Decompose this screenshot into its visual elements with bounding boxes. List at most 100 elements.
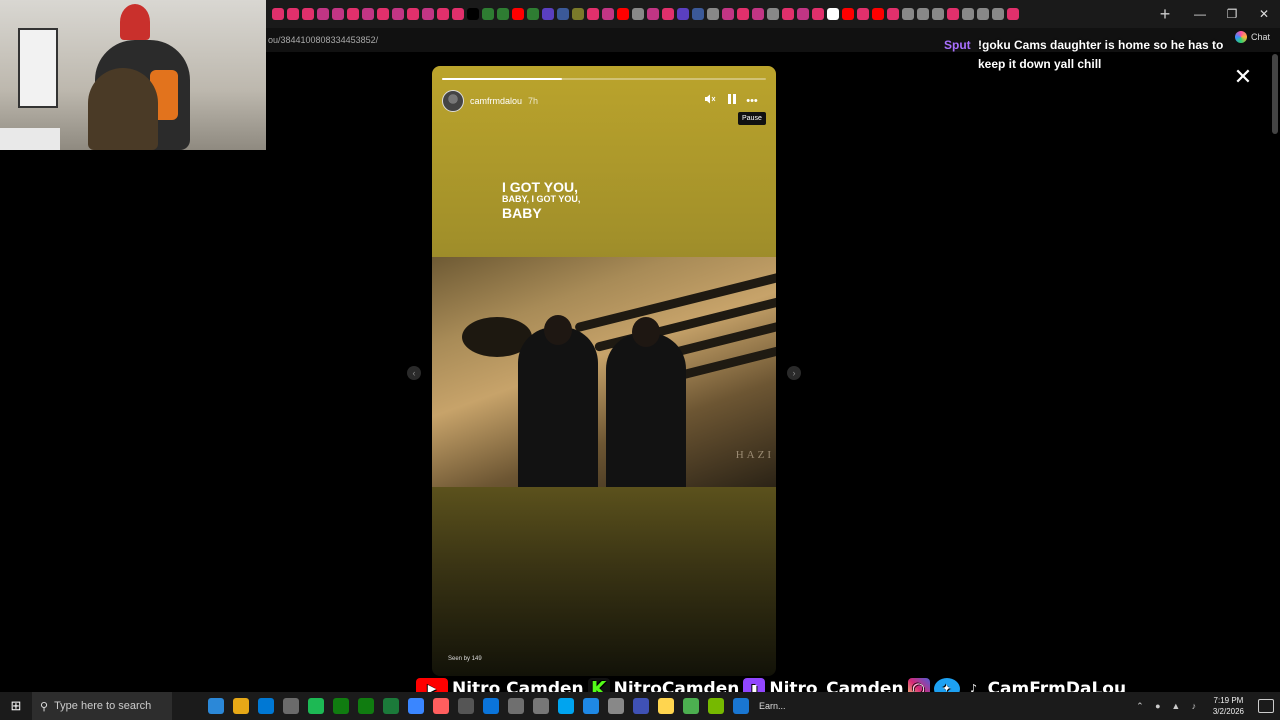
tab-favicon[interactable]	[857, 8, 869, 20]
chat-button[interactable]: Chat	[1234, 31, 1270, 43]
tab-favicon[interactable]	[977, 8, 989, 20]
minimize-button[interactable]: —	[1184, 0, 1216, 28]
microphone-icon[interactable]: ●	[1153, 701, 1163, 711]
tab-favicon[interactable]	[692, 8, 704, 20]
window-close-button[interactable]: ✕	[1248, 0, 1280, 28]
taskbar-app-icon[interactable]	[608, 698, 624, 714]
tab-favicon[interactable]	[767, 8, 779, 20]
taskbar-app-icon[interactable]	[358, 698, 374, 714]
tab-favicon[interactable]	[947, 8, 959, 20]
seen-by-count[interactable]: Seen by 149	[448, 656, 482, 662]
tab-favicon[interactable]	[392, 8, 404, 20]
tab-favicon[interactable]	[557, 8, 569, 20]
system-tray: ⌃ ● ▲ ♪ 7:19 PM 3/2/2026	[1135, 692, 1280, 720]
taskbar-app-icon[interactable]	[658, 698, 674, 714]
tab-favicon[interactable]	[362, 8, 374, 20]
taskbar-app-icon[interactable]	[333, 698, 349, 714]
tab-favicon[interactable]	[632, 8, 644, 20]
tab-favicon[interactable]	[287, 8, 299, 20]
tab-favicon[interactable]	[317, 8, 329, 20]
scroll-thumb[interactable]	[1272, 54, 1278, 134]
tab-favicon[interactable]	[902, 8, 914, 20]
chevron-up-icon[interactable]: ⌃	[1135, 701, 1145, 711]
tab-favicon[interactable]	[587, 8, 599, 20]
taskbar-app-icon[interactable]	[508, 698, 524, 714]
close-icon[interactable]: ✕	[1232, 66, 1254, 88]
tab-favicon[interactable]	[962, 8, 974, 20]
tab-favicon[interactable]	[917, 8, 929, 20]
tab-favicon[interactable]	[272, 8, 284, 20]
taskbar-app-icon[interactable]	[733, 698, 749, 714]
network-icon[interactable]: ▲	[1171, 701, 1181, 711]
windows-start-button[interactable]: ⊞	[0, 692, 32, 720]
story-username[interactable]: camfrmdalou	[470, 96, 522, 106]
tab-favicon[interactable]	[752, 8, 764, 20]
tab-favicon[interactable]	[827, 8, 839, 20]
tab-favicon[interactable]	[527, 8, 539, 20]
tab-favicon[interactable]	[602, 8, 614, 20]
taskbar-app-icon[interactable]	[233, 698, 249, 714]
taskbar-app-icon[interactable]	[533, 698, 549, 714]
notifications-icon[interactable]	[1258, 699, 1274, 713]
tab-favicon[interactable]	[452, 8, 464, 20]
tab-favicon[interactable]	[332, 8, 344, 20]
restore-button[interactable]: ❐	[1216, 0, 1248, 28]
more-icon[interactable]: •••	[744, 93, 760, 109]
taskbar-app-icon[interactable]	[258, 698, 274, 714]
page-scrollbar[interactable]	[1270, 52, 1280, 688]
taskbar-app-icon[interactable]	[633, 698, 649, 714]
tab-favicon[interactable]	[812, 8, 824, 20]
taskbar-search-input[interactable]: ⚲ Type here to search	[32, 692, 172, 720]
tab-favicon[interactable]	[992, 8, 1004, 20]
tab-favicon[interactable]	[302, 8, 314, 20]
active-app-label[interactable]: Earn...	[759, 701, 786, 711]
new-tab-button[interactable]: +	[1154, 3, 1176, 25]
tab-favicon[interactable]	[512, 8, 524, 20]
tab-favicon[interactable]	[932, 8, 944, 20]
tab-favicon[interactable]	[887, 8, 899, 20]
url-text[interactable]: ou/3844100808334453852/	[266, 35, 378, 45]
tab-favicon[interactable]	[647, 8, 659, 20]
tab-favicon[interactable]	[872, 8, 884, 20]
tab-favicon[interactable]	[407, 8, 419, 20]
taskbar-app-icon[interactable]	[208, 698, 224, 714]
tab-favicon[interactable]	[467, 8, 479, 20]
pause-icon[interactable]	[724, 93, 740, 109]
tab-favicon[interactable]	[797, 8, 809, 20]
taskbar-app-icon[interactable]	[308, 698, 324, 714]
avatar[interactable]	[442, 90, 464, 112]
tab-favicon[interactable]	[347, 8, 359, 20]
chevron-right-icon[interactable]: ›	[787, 366, 801, 380]
tab-favicon[interactable]	[542, 8, 554, 20]
taskbar-app-icon[interactable]	[483, 698, 499, 714]
story-viewer[interactable]: camfrmdalou 7h ••• Pause I GOT YOU, BABY…	[432, 66, 776, 676]
tab-favicon[interactable]	[422, 8, 434, 20]
taskbar-clock[interactable]: 7:19 PM 3/2/2026	[1213, 695, 1244, 717]
tab-favicon[interactable]	[572, 8, 584, 20]
taskbar-app-icon[interactable]	[583, 698, 599, 714]
speaker-icon[interactable]: ♪	[1189, 701, 1199, 711]
tab-favicon[interactable]	[377, 8, 389, 20]
tab-favicon[interactable]	[737, 8, 749, 20]
tab-favicon[interactable]	[617, 8, 629, 20]
chevron-left-icon[interactable]: ‹	[407, 366, 421, 380]
taskbar-app-icon[interactable]	[708, 698, 724, 714]
taskbar-app-icon[interactable]	[683, 698, 699, 714]
taskbar-app-icon[interactable]	[458, 698, 474, 714]
tab-favicon[interactable]	[782, 8, 794, 20]
taskbar-app-icon[interactable]	[383, 698, 399, 714]
taskbar-app-icon[interactable]	[283, 698, 299, 714]
tab-favicon[interactable]	[482, 8, 494, 20]
tab-favicon[interactable]	[707, 8, 719, 20]
tab-favicon[interactable]	[497, 8, 509, 20]
volume-icon[interactable]	[702, 93, 718, 109]
taskbar-app-icon[interactable]	[408, 698, 424, 714]
tab-favicon[interactable]	[842, 8, 854, 20]
taskbar-app-icon[interactable]	[433, 698, 449, 714]
tab-favicon[interactable]	[722, 8, 734, 20]
tab-favicon[interactable]	[1007, 8, 1019, 20]
tab-favicon[interactable]	[677, 8, 689, 20]
taskbar-app-icon[interactable]	[558, 698, 574, 714]
tab-favicon[interactable]	[662, 8, 674, 20]
tab-favicon[interactable]	[437, 8, 449, 20]
